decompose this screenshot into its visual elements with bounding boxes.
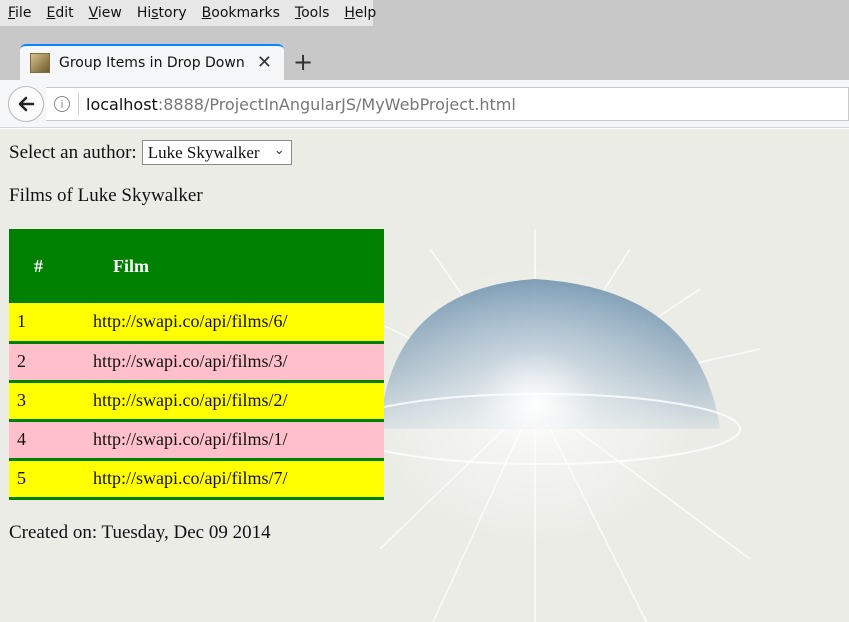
menu-bookmarks[interactable]: Bookmarks xyxy=(202,5,280,21)
table-row: 5 http://swapi.co/api/films/7/ xyxy=(9,459,384,500)
menu-bar: File Edit View History Bookmarks Tools H… xyxy=(0,0,849,28)
table-row: 1 http://swapi.co/api/films/6/ xyxy=(9,303,384,344)
tab-title: Group Items in Drop Down xyxy=(59,55,245,71)
tab-strip: Group Items in Drop Down ✕ + xyxy=(0,28,849,80)
table-row: 3 http://swapi.co/api/films/2/ xyxy=(9,381,384,422)
menu-edit[interactable]: Edit xyxy=(46,5,73,21)
back-arrow-icon xyxy=(18,96,35,112)
globe-background-image xyxy=(370,229,761,622)
author-select-row: Select an author: Luke Skywalker ⌄ xyxy=(9,140,292,165)
favicon-icon xyxy=(30,53,50,73)
menu-tools[interactable]: Tools xyxy=(295,5,330,21)
table-header-row: # Film xyxy=(9,229,384,303)
page-content: Select an author: Luke Skywalker ⌄ Films… xyxy=(0,129,849,622)
row-number: 5 xyxy=(9,459,93,500)
row-number: 1 xyxy=(9,303,93,344)
menu-view[interactable]: View xyxy=(89,5,122,21)
row-film: http://swapi.co/api/films/1/ xyxy=(93,420,384,461)
created-on-text: Created on: Tuesday, Dec 09 2014 xyxy=(9,522,271,543)
close-tab-icon[interactable]: ✕ xyxy=(257,52,272,73)
table-row: 2 http://swapi.co/api/films/3/ xyxy=(9,342,384,383)
back-button[interactable] xyxy=(8,86,44,122)
menu-help[interactable]: Help xyxy=(344,5,376,21)
films-heading: Films of Luke Skywalker xyxy=(9,185,203,206)
row-film: http://swapi.co/api/films/3/ xyxy=(93,342,384,383)
header-number: # xyxy=(9,229,93,303)
row-film: http://swapi.co/api/films/7/ xyxy=(93,459,384,500)
author-select-value: Luke Skywalker xyxy=(147,142,260,162)
row-number: 2 xyxy=(9,342,93,383)
new-tab-button[interactable]: + xyxy=(293,48,313,76)
chevron-down-icon: ⌄ xyxy=(273,143,285,158)
row-film: http://swapi.co/api/films/6/ xyxy=(93,303,384,344)
info-icon[interactable]: i xyxy=(54,96,70,112)
menu-items: File Edit View History Bookmarks Tools H… xyxy=(0,0,376,26)
url-bar[interactable]: i localhost:8888/ProjectInAngularJS/MyWe… xyxy=(46,87,849,121)
menu-file[interactable]: File xyxy=(8,5,31,21)
tab-active[interactable]: Group Items in Drop Down ✕ xyxy=(20,44,284,80)
table-row: 4 http://swapi.co/api/films/1/ xyxy=(9,420,384,461)
row-film: http://swapi.co/api/films/2/ xyxy=(93,381,384,422)
url-text[interactable]: localhost:8888/ProjectInAngularJS/MyWebP… xyxy=(86,95,516,114)
url-separator xyxy=(78,93,79,115)
films-table: # Film 1 http://swapi.co/api/films/6/ 2 … xyxy=(9,229,384,500)
row-number: 3 xyxy=(9,381,93,422)
select-author-label: Select an author: xyxy=(9,141,137,163)
row-number: 4 xyxy=(9,420,93,461)
nav-bar: i localhost:8888/ProjectInAngularJS/MyWe… xyxy=(0,80,849,128)
menu-history[interactable]: History xyxy=(137,5,187,21)
header-film: Film xyxy=(93,229,384,303)
author-select[interactable]: Luke Skywalker ⌄ xyxy=(141,140,292,165)
